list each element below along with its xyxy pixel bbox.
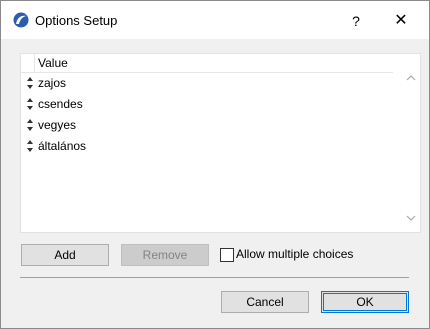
cancel-button[interactable]: Cancel	[221, 291, 309, 313]
options-list[interactable]: Value zajos csendes vegyes általános	[20, 53, 421, 233]
help-button[interactable]: ?	[339, 7, 373, 35]
list-header: Value	[21, 54, 393, 73]
vertical-scrollbar[interactable]	[402, 54, 420, 232]
allow-multiple-checkbox[interactable]	[220, 248, 234, 262]
remove-button[interactable]: Remove	[121, 244, 209, 266]
title-bar[interactable]: Options Setup ? ✕	[1, 1, 429, 39]
app-logo-icon	[13, 12, 29, 28]
list-item[interactable]: vegyes	[21, 115, 393, 136]
drag-handle-icon[interactable]	[25, 97, 35, 111]
ok-button[interactable]: OK	[321, 291, 409, 313]
drag-handle-icon[interactable]	[25, 139, 35, 153]
add-button[interactable]: Add	[21, 244, 109, 266]
options-setup-dialog: Options Setup ? ✕ Value zajos csendes ve…	[0, 0, 430, 329]
list-item-label: zajos	[38, 76, 67, 90]
list-item-label: vegyes	[38, 118, 77, 132]
column-header-value: Value	[38, 56, 68, 70]
list-item-label: általános	[38, 139, 87, 153]
allow-multiple-label: Allow multiple choices	[236, 247, 354, 261]
scroll-down-icon[interactable]	[402, 212, 420, 228]
window-title: Options Setup	[35, 13, 118, 28]
header-divider	[34, 54, 35, 72]
list-item-label: csendes	[38, 97, 83, 111]
list-item[interactable]: csendes	[21, 94, 393, 115]
scroll-up-icon[interactable]	[402, 72, 420, 88]
list-item[interactable]: általános	[21, 136, 393, 157]
list-item[interactable]: zajos	[21, 73, 393, 94]
close-button[interactable]: ✕	[383, 7, 419, 35]
drag-handle-icon[interactable]	[25, 118, 35, 132]
drag-handle-icon[interactable]	[25, 76, 35, 90]
footer-divider	[20, 277, 409, 278]
